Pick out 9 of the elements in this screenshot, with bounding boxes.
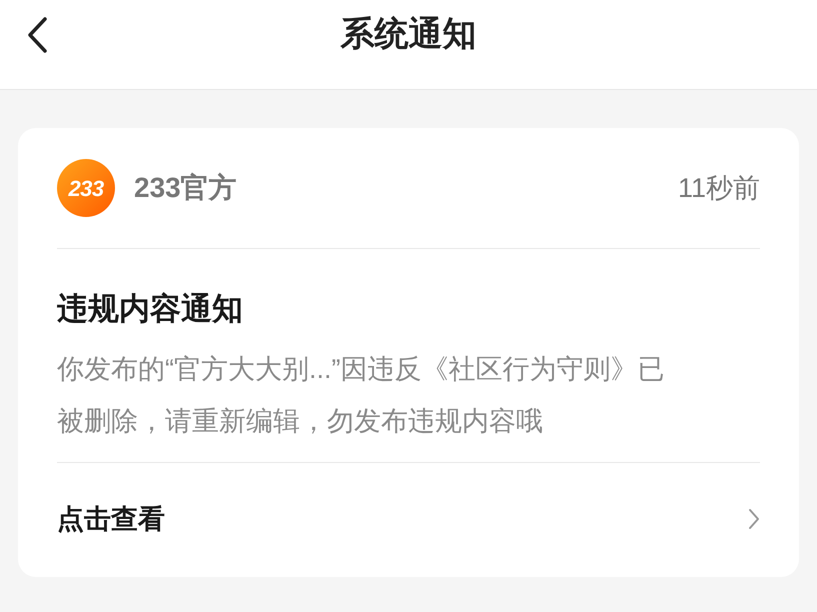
sender-name: 233官方	[134, 171, 237, 205]
avatar-logo: 233	[57, 159, 115, 217]
chevron-right-icon	[748, 508, 760, 530]
back-icon	[25, 15, 49, 55]
timestamp: 11秒前	[678, 172, 760, 205]
view-details-link[interactable]: 点击查看	[57, 463, 760, 575]
page-title: 系统通知	[340, 14, 476, 55]
notice-message: 你发布的“官方大大别...”因违反《社区行为守则》已 被删除，请重新编辑，勿发布违规内容哦	[57, 353, 666, 438]
notice-title: 违规内容通知	[57, 290, 244, 328]
